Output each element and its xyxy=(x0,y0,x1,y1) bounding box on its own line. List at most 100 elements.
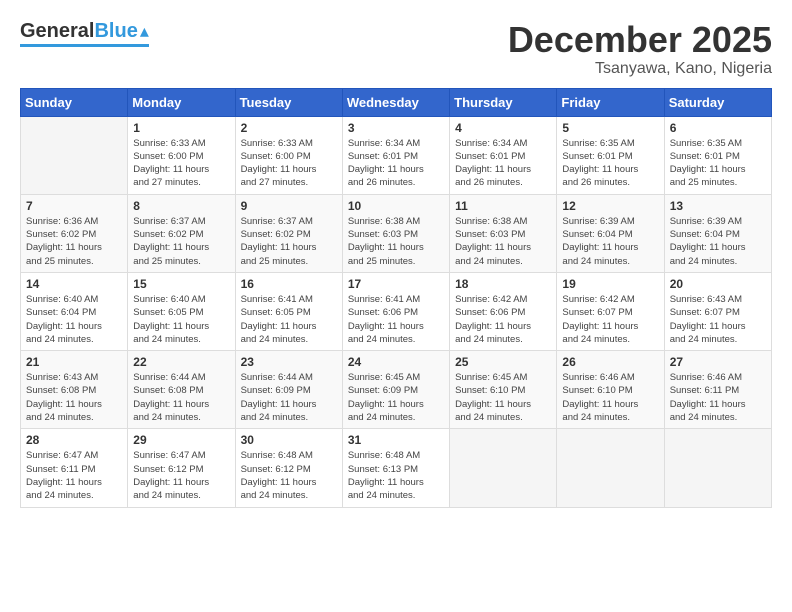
day-number: 13 xyxy=(670,199,766,213)
day-number: 27 xyxy=(670,355,766,369)
calendar-cell: 18 Sunrise: 6:42 AM Sunset: 6:06 PM Dayli… xyxy=(450,272,557,350)
day-number: 19 xyxy=(562,277,658,291)
day-number: 10 xyxy=(348,199,444,213)
day-number: 8 xyxy=(133,199,229,213)
calendar-cell: 7 Sunrise: 6:36 AM Sunset: 6:02 PM Daylig… xyxy=(21,194,128,272)
calendar-cell xyxy=(450,429,557,507)
day-number: 15 xyxy=(133,277,229,291)
day-info: Sunrise: 6:34 AM Sunset: 6:01 PM Dayligh… xyxy=(455,137,551,190)
day-number: 18 xyxy=(455,277,551,291)
day-number: 2 xyxy=(241,121,337,135)
day-info: Sunrise: 6:48 AM Sunset: 6:13 PM Dayligh… xyxy=(348,449,444,502)
day-info: Sunrise: 6:48 AM Sunset: 6:12 PM Dayligh… xyxy=(241,449,337,502)
location-title: Tsanyawa, Kano, Nigeria xyxy=(508,60,772,78)
calendar-day-header: Thursday xyxy=(450,88,557,116)
calendar-week-row: 21 Sunrise: 6:43 AM Sunset: 6:08 PM Dayli… xyxy=(21,351,772,429)
page-header: General Blue ▴ December 2025 Tsanyawa, K… xyxy=(20,20,772,78)
day-number: 21 xyxy=(26,355,122,369)
calendar-week-row: 1 Sunrise: 6:33 AM Sunset: 6:00 PM Daylig… xyxy=(21,116,772,194)
day-number: 1 xyxy=(133,121,229,135)
calendar-cell: 13 Sunrise: 6:39 AM Sunset: 6:04 PM Dayli… xyxy=(664,194,771,272)
day-number: 22 xyxy=(133,355,229,369)
calendar-day-header: Monday xyxy=(128,88,235,116)
calendar-cell: 6 Sunrise: 6:35 AM Sunset: 6:01 PM Daylig… xyxy=(664,116,771,194)
calendar-cell: 16Sunrise: 6:41 AM Sunset: 6:05 PM Dayli… xyxy=(235,272,342,350)
day-number: 23 xyxy=(241,355,337,369)
day-number: 7 xyxy=(26,199,122,213)
day-info: Sunrise: 6:37 AM Sunset: 6:02 PM Dayligh… xyxy=(241,215,337,268)
calendar-cell: 23 Sunrise: 6:44 AM Sunset: 6:09 PM Dayli… xyxy=(235,351,342,429)
calendar-day-header: Tuesday xyxy=(235,88,342,116)
calendar-header-row: SundayMondayTuesdayWednesdayThursdayFrid… xyxy=(21,88,772,116)
day-info: Sunrise: 6:44 AM Sunset: 6:08 PM Dayligh… xyxy=(133,371,229,424)
calendar-cell xyxy=(557,429,664,507)
logo-general: General xyxy=(20,20,94,43)
day-number: 28 xyxy=(26,433,122,447)
calendar-cell: 15 Sunrise: 6:40 AM Sunset: 6:05 PM Dayli… xyxy=(128,272,235,350)
day-info: Sunrise: 6:45 AM Sunset: 6:10 PM Dayligh… xyxy=(455,371,551,424)
day-info: Sunrise: 6:35 AM Sunset: 6:01 PM Dayligh… xyxy=(670,137,766,190)
day-info: Sunrise: 6:43 AM Sunset: 6:08 PM Dayligh… xyxy=(26,371,122,424)
calendar-cell: 11Sunrise: 6:38 AM Sunset: 6:03 PM Dayli… xyxy=(450,194,557,272)
day-info: Sunrise: 6:36 AM Sunset: 6:02 PM Dayligh… xyxy=(26,215,122,268)
bird-icon: ▴ xyxy=(140,21,149,42)
logo-blue: Blue xyxy=(94,20,137,43)
calendar-cell: 19 Sunrise: 6:42 AM Sunset: 6:07 PM Dayli… xyxy=(557,272,664,350)
day-info: Sunrise: 6:40 AM Sunset: 6:05 PM Dayligh… xyxy=(133,293,229,346)
calendar-cell: 25Sunrise: 6:45 AM Sunset: 6:10 PM Dayli… xyxy=(450,351,557,429)
day-info: Sunrise: 6:42 AM Sunset: 6:06 PM Dayligh… xyxy=(455,293,551,346)
logo: General Blue ▴ xyxy=(20,20,149,47)
day-number: 30 xyxy=(241,433,337,447)
title-block: December 2025 Tsanyawa, Kano, Nigeria xyxy=(508,20,772,78)
day-number: 3 xyxy=(348,121,444,135)
logo-underline xyxy=(20,44,149,47)
day-info: Sunrise: 6:40 AM Sunset: 6:04 PM Dayligh… xyxy=(26,293,122,346)
calendar-cell: 9Sunrise: 6:37 AM Sunset: 6:02 PM Daylig… xyxy=(235,194,342,272)
day-info: Sunrise: 6:42 AM Sunset: 6:07 PM Dayligh… xyxy=(562,293,658,346)
month-title: December 2025 xyxy=(508,20,772,60)
day-number: 5 xyxy=(562,121,658,135)
calendar-cell: 4Sunrise: 6:34 AM Sunset: 6:01 PM Daylig… xyxy=(450,116,557,194)
day-info: Sunrise: 6:43 AM Sunset: 6:07 PM Dayligh… xyxy=(670,293,766,346)
day-number: 29 xyxy=(133,433,229,447)
day-info: Sunrise: 6:47 AM Sunset: 6:11 PM Dayligh… xyxy=(26,449,122,502)
calendar-cell: 1 Sunrise: 6:33 AM Sunset: 6:00 PM Daylig… xyxy=(128,116,235,194)
calendar-cell: 10 Sunrise: 6:38 AM Sunset: 6:03 PM Dayli… xyxy=(342,194,449,272)
calendar-week-row: 7 Sunrise: 6:36 AM Sunset: 6:02 PM Daylig… xyxy=(21,194,772,272)
day-number: 26 xyxy=(562,355,658,369)
day-info: Sunrise: 6:39 AM Sunset: 6:04 PM Dayligh… xyxy=(670,215,766,268)
calendar-week-row: 14 Sunrise: 6:40 AM Sunset: 6:04 PM Dayli… xyxy=(21,272,772,350)
calendar-cell: 12Sunrise: 6:39 AM Sunset: 6:04 PM Dayli… xyxy=(557,194,664,272)
calendar-table: SundayMondayTuesdayWednesdayThursdayFrid… xyxy=(20,88,772,508)
day-info: Sunrise: 6:47 AM Sunset: 6:12 PM Dayligh… xyxy=(133,449,229,502)
day-info: Sunrise: 6:38 AM Sunset: 6:03 PM Dayligh… xyxy=(348,215,444,268)
calendar-cell xyxy=(21,116,128,194)
day-info: Sunrise: 6:46 AM Sunset: 6:10 PM Dayligh… xyxy=(562,371,658,424)
calendar-day-header: Friday xyxy=(557,88,664,116)
day-number: 14 xyxy=(26,277,122,291)
day-number: 17 xyxy=(348,277,444,291)
day-info: Sunrise: 6:46 AM Sunset: 6:11 PM Dayligh… xyxy=(670,371,766,424)
calendar-cell: 24 Sunrise: 6:45 AM Sunset: 6:09 PM Dayli… xyxy=(342,351,449,429)
day-info: Sunrise: 6:45 AM Sunset: 6:09 PM Dayligh… xyxy=(348,371,444,424)
day-info: Sunrise: 6:37 AM Sunset: 6:02 PM Dayligh… xyxy=(133,215,229,268)
day-info: Sunrise: 6:44 AM Sunset: 6:09 PM Dayligh… xyxy=(241,371,337,424)
day-number: 31 xyxy=(348,433,444,447)
day-info: Sunrise: 6:34 AM Sunset: 6:01 PM Dayligh… xyxy=(348,137,444,190)
calendar-cell: 26 Sunrise: 6:46 AM Sunset: 6:10 PM Dayli… xyxy=(557,351,664,429)
day-info: Sunrise: 6:33 AM Sunset: 6:00 PM Dayligh… xyxy=(133,137,229,190)
day-info: Sunrise: 6:39 AM Sunset: 6:04 PM Dayligh… xyxy=(562,215,658,268)
calendar-cell xyxy=(664,429,771,507)
calendar-cell: 29 Sunrise: 6:47 AM Sunset: 6:12 PM Dayli… xyxy=(128,429,235,507)
calendar-cell: 20Sunrise: 6:43 AM Sunset: 6:07 PM Dayli… xyxy=(664,272,771,350)
day-number: 6 xyxy=(670,121,766,135)
calendar-cell: 21 Sunrise: 6:43 AM Sunset: 6:08 PM Dayli… xyxy=(21,351,128,429)
calendar-cell: 3 Sunrise: 6:34 AM Sunset: 6:01 PM Daylig… xyxy=(342,116,449,194)
day-info: Sunrise: 6:35 AM Sunset: 6:01 PM Dayligh… xyxy=(562,137,658,190)
calendar-cell: 2Sunrise: 6:33 AM Sunset: 6:00 PM Daylig… xyxy=(235,116,342,194)
day-info: Sunrise: 6:41 AM Sunset: 6:05 PM Dayligh… xyxy=(241,293,337,346)
calendar-day-header: Wednesday xyxy=(342,88,449,116)
day-number: 24 xyxy=(348,355,444,369)
calendar-cell: 5 Sunrise: 6:35 AM Sunset: 6:01 PM Daylig… xyxy=(557,116,664,194)
calendar-cell: 27 Sunrise: 6:46 AM Sunset: 6:11 PM Dayli… xyxy=(664,351,771,429)
